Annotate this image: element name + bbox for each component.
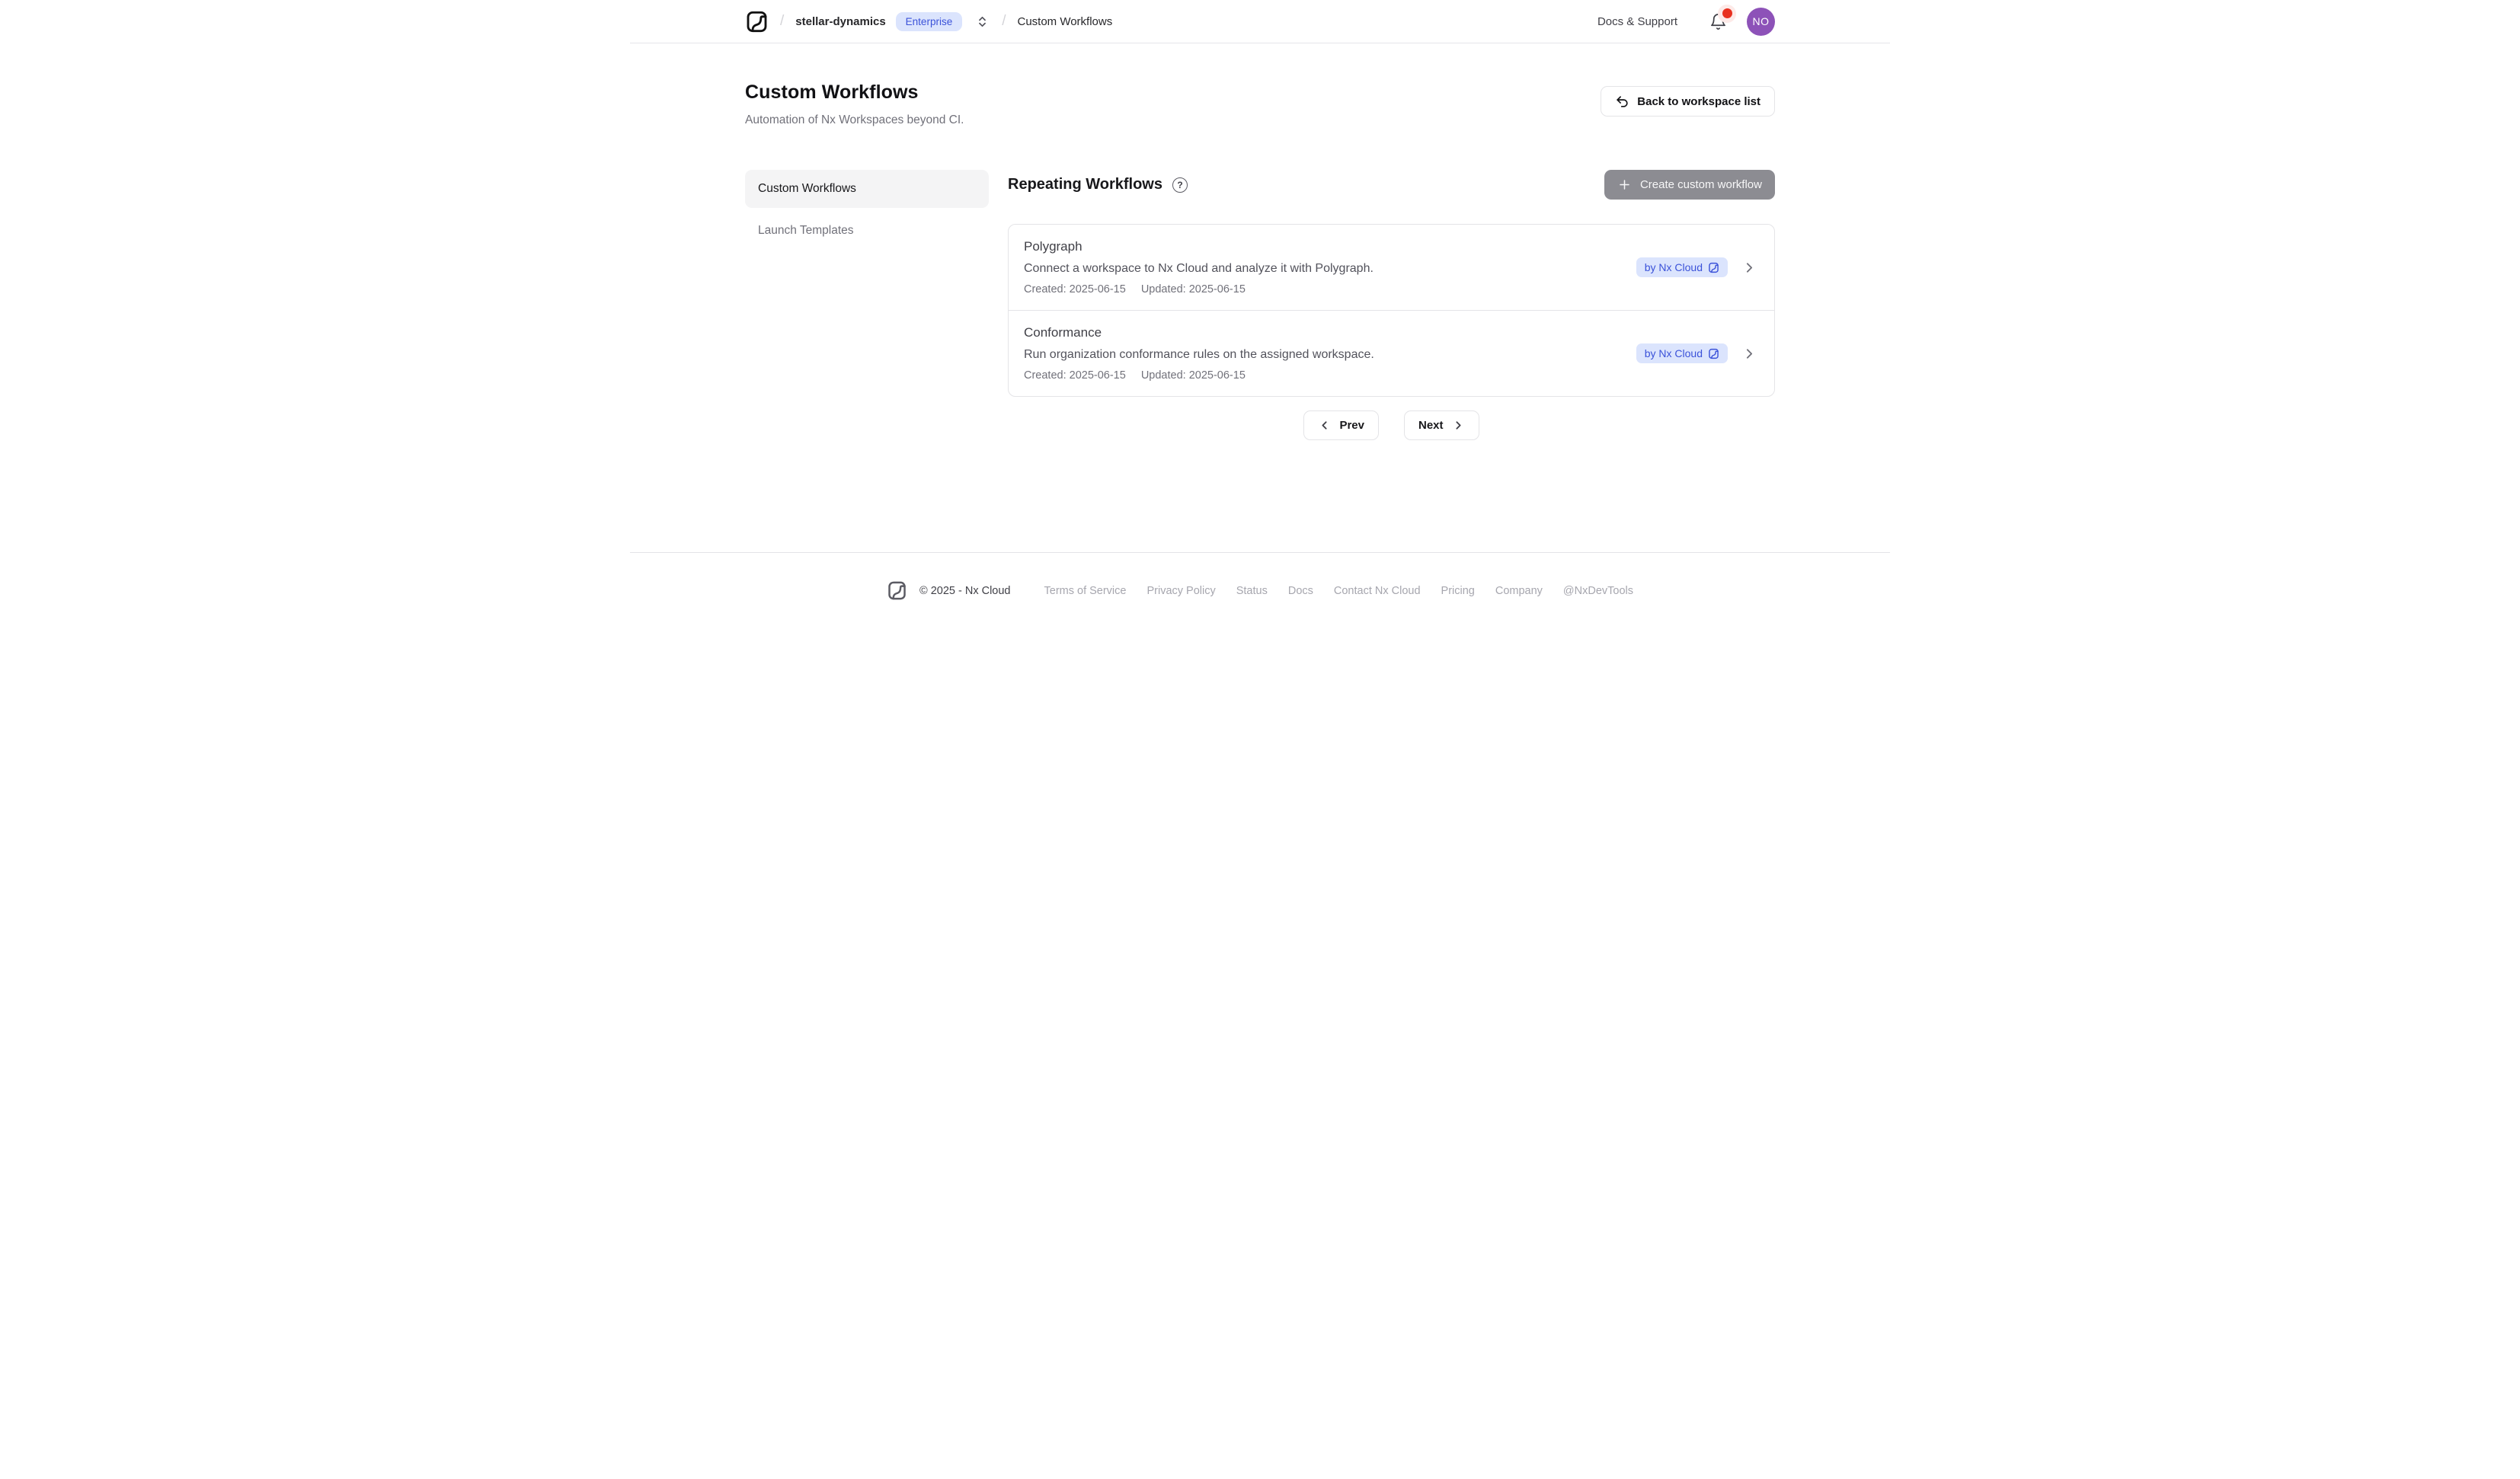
prev-button[interactable]: Prev [1303, 410, 1379, 440]
workflows-card: Polygraph Connect a workspace to Nx Clou… [1008, 224, 1775, 397]
page-header-text: Custom Workflows Automation of Nx Worksp… [745, 81, 964, 127]
chevron-left-icon [1318, 419, 1331, 432]
footer: © 2025 - Nx Cloud Terms of Service Priva… [630, 552, 1890, 601]
repeating-workflows-section: Repeating Workflows ? Create custom work… [1008, 170, 1775, 440]
by-nx-cloud-badge[interactable]: by Nx Cloud [1636, 343, 1728, 363]
plus-icon [1617, 177, 1632, 192]
chevrons-up-down-icon [976, 15, 989, 28]
workspace-switcher-button[interactable] [974, 14, 990, 30]
nx-logo-icon [887, 580, 907, 601]
docs-support-link[interactable]: Docs & Support [1597, 15, 1677, 28]
workflow-text: Polygraph Connect a workspace to Nx Clou… [1024, 238, 1636, 297]
footer-link-pricing[interactable]: Pricing [1441, 585, 1475, 597]
workflow-created: Created: 2025-06-15 [1024, 282, 1126, 297]
help-icon[interactable]: ? [1172, 177, 1188, 193]
badge-label: by Nx Cloud [1645, 347, 1703, 359]
breadcrumb-separator: / [780, 13, 784, 30]
page-header: Custom Workflows Automation of Nx Worksp… [745, 43, 1775, 127]
breadcrumb-page: Custom Workflows [1017, 15, 1112, 28]
breadcrumb-workspace[interactable]: stellar-dynamics [795, 15, 885, 28]
workflow-meta: Created: 2025-06-15 Updated: 2025-06-15 [1024, 368, 1636, 383]
page-title: Custom Workflows [745, 81, 964, 104]
main-content: Custom Workflows Automation of Nx Worksp… [745, 43, 1775, 552]
sidebar: Custom Workflows Launch Templates [745, 170, 989, 440]
footer-link-contact[interactable]: Contact Nx Cloud [1334, 585, 1421, 597]
back-to-workspace-list-button[interactable]: Back to workspace list [1601, 86, 1775, 117]
create-custom-workflow-button[interactable]: Create custom workflow [1604, 170, 1775, 200]
workflow-created: Created: 2025-06-15 [1024, 368, 1126, 383]
footer-copyright: © 2025 - Nx Cloud [919, 585, 1011, 597]
sidebar-item-label: Launch Templates [758, 224, 854, 238]
nx-logo-icon [1708, 262, 1719, 273]
badge-label: by Nx Cloud [1645, 261, 1703, 273]
page-subtitle: Automation of Nx Workspaces beyond CI. [745, 113, 964, 127]
footer-link-company[interactable]: Company [1495, 585, 1543, 597]
workflow-name: Conformance [1024, 324, 1636, 342]
footer-link-nxdevtools[interactable]: @NxDevTools [1563, 585, 1633, 597]
workflow-name: Polygraph [1024, 238, 1636, 256]
sidebar-item-custom-workflows[interactable]: Custom Workflows [745, 170, 989, 208]
chevron-right-icon [1452, 419, 1465, 432]
footer-link-terms[interactable]: Terms of Service [1044, 585, 1127, 597]
nx-logo-footer [887, 580, 907, 601]
sidebar-item-label: Custom Workflows [758, 182, 856, 196]
footer-link-status[interactable]: Status [1236, 585, 1268, 597]
sidebar-item-launch-templates[interactable]: Launch Templates [745, 212, 989, 250]
prev-label: Prev [1339, 419, 1364, 432]
footer-link-docs[interactable]: Docs [1288, 585, 1313, 597]
pagination: Prev Next [1008, 410, 1775, 440]
workflow-meta: Created: 2025-06-15 Updated: 2025-06-15 [1024, 282, 1636, 297]
workflow-row-conformance[interactable]: Conformance Run organization conformance… [1009, 310, 1774, 396]
section-title: Repeating Workflows [1008, 176, 1162, 193]
back-button-label: Back to workspace list [1637, 95, 1760, 108]
nx-logo-icon [745, 10, 769, 34]
by-nx-cloud-badge[interactable]: by Nx Cloud [1636, 257, 1728, 277]
content-row: Custom Workflows Launch Templates Repeat… [745, 170, 1775, 440]
nx-logo-icon [1708, 348, 1719, 359]
create-button-label: Create custom workflow [1640, 178, 1762, 191]
breadcrumb-separator: / [1002, 13, 1006, 30]
next-button[interactable]: Next [1404, 410, 1479, 440]
footer-link-privacy[interactable]: Privacy Policy [1146, 585, 1215, 597]
undo-arrow-icon [1615, 94, 1629, 109]
workflow-description: Run organization conformance rules on th… [1024, 347, 1636, 363]
nx-logo[interactable] [745, 10, 769, 34]
workflow-description: Connect a workspace to Nx Cloud and anal… [1024, 260, 1636, 277]
next-label: Next [1418, 419, 1444, 432]
footer-links: Terms of Service Privacy Policy Status D… [1044, 585, 1634, 597]
plan-badge: Enterprise [896, 12, 963, 31]
avatar[interactable]: NO [1747, 8, 1775, 36]
workflow-text: Conformance Run organization conformance… [1024, 324, 1636, 383]
chevron-right-icon[interactable] [1741, 260, 1757, 276]
workflow-updated: Updated: 2025-06-15 [1141, 368, 1246, 383]
notification-dot [1722, 8, 1732, 18]
top-nav: / stellar-dynamics Enterprise / Custom W… [630, 0, 1890, 43]
workflow-row-polygraph[interactable]: Polygraph Connect a workspace to Nx Clou… [1009, 225, 1774, 310]
section-header: Repeating Workflows ? Create custom work… [1008, 170, 1775, 200]
chevron-right-icon[interactable] [1741, 346, 1757, 362]
notifications-button[interactable] [1706, 10, 1730, 34]
workflow-updated: Updated: 2025-06-15 [1141, 282, 1246, 297]
